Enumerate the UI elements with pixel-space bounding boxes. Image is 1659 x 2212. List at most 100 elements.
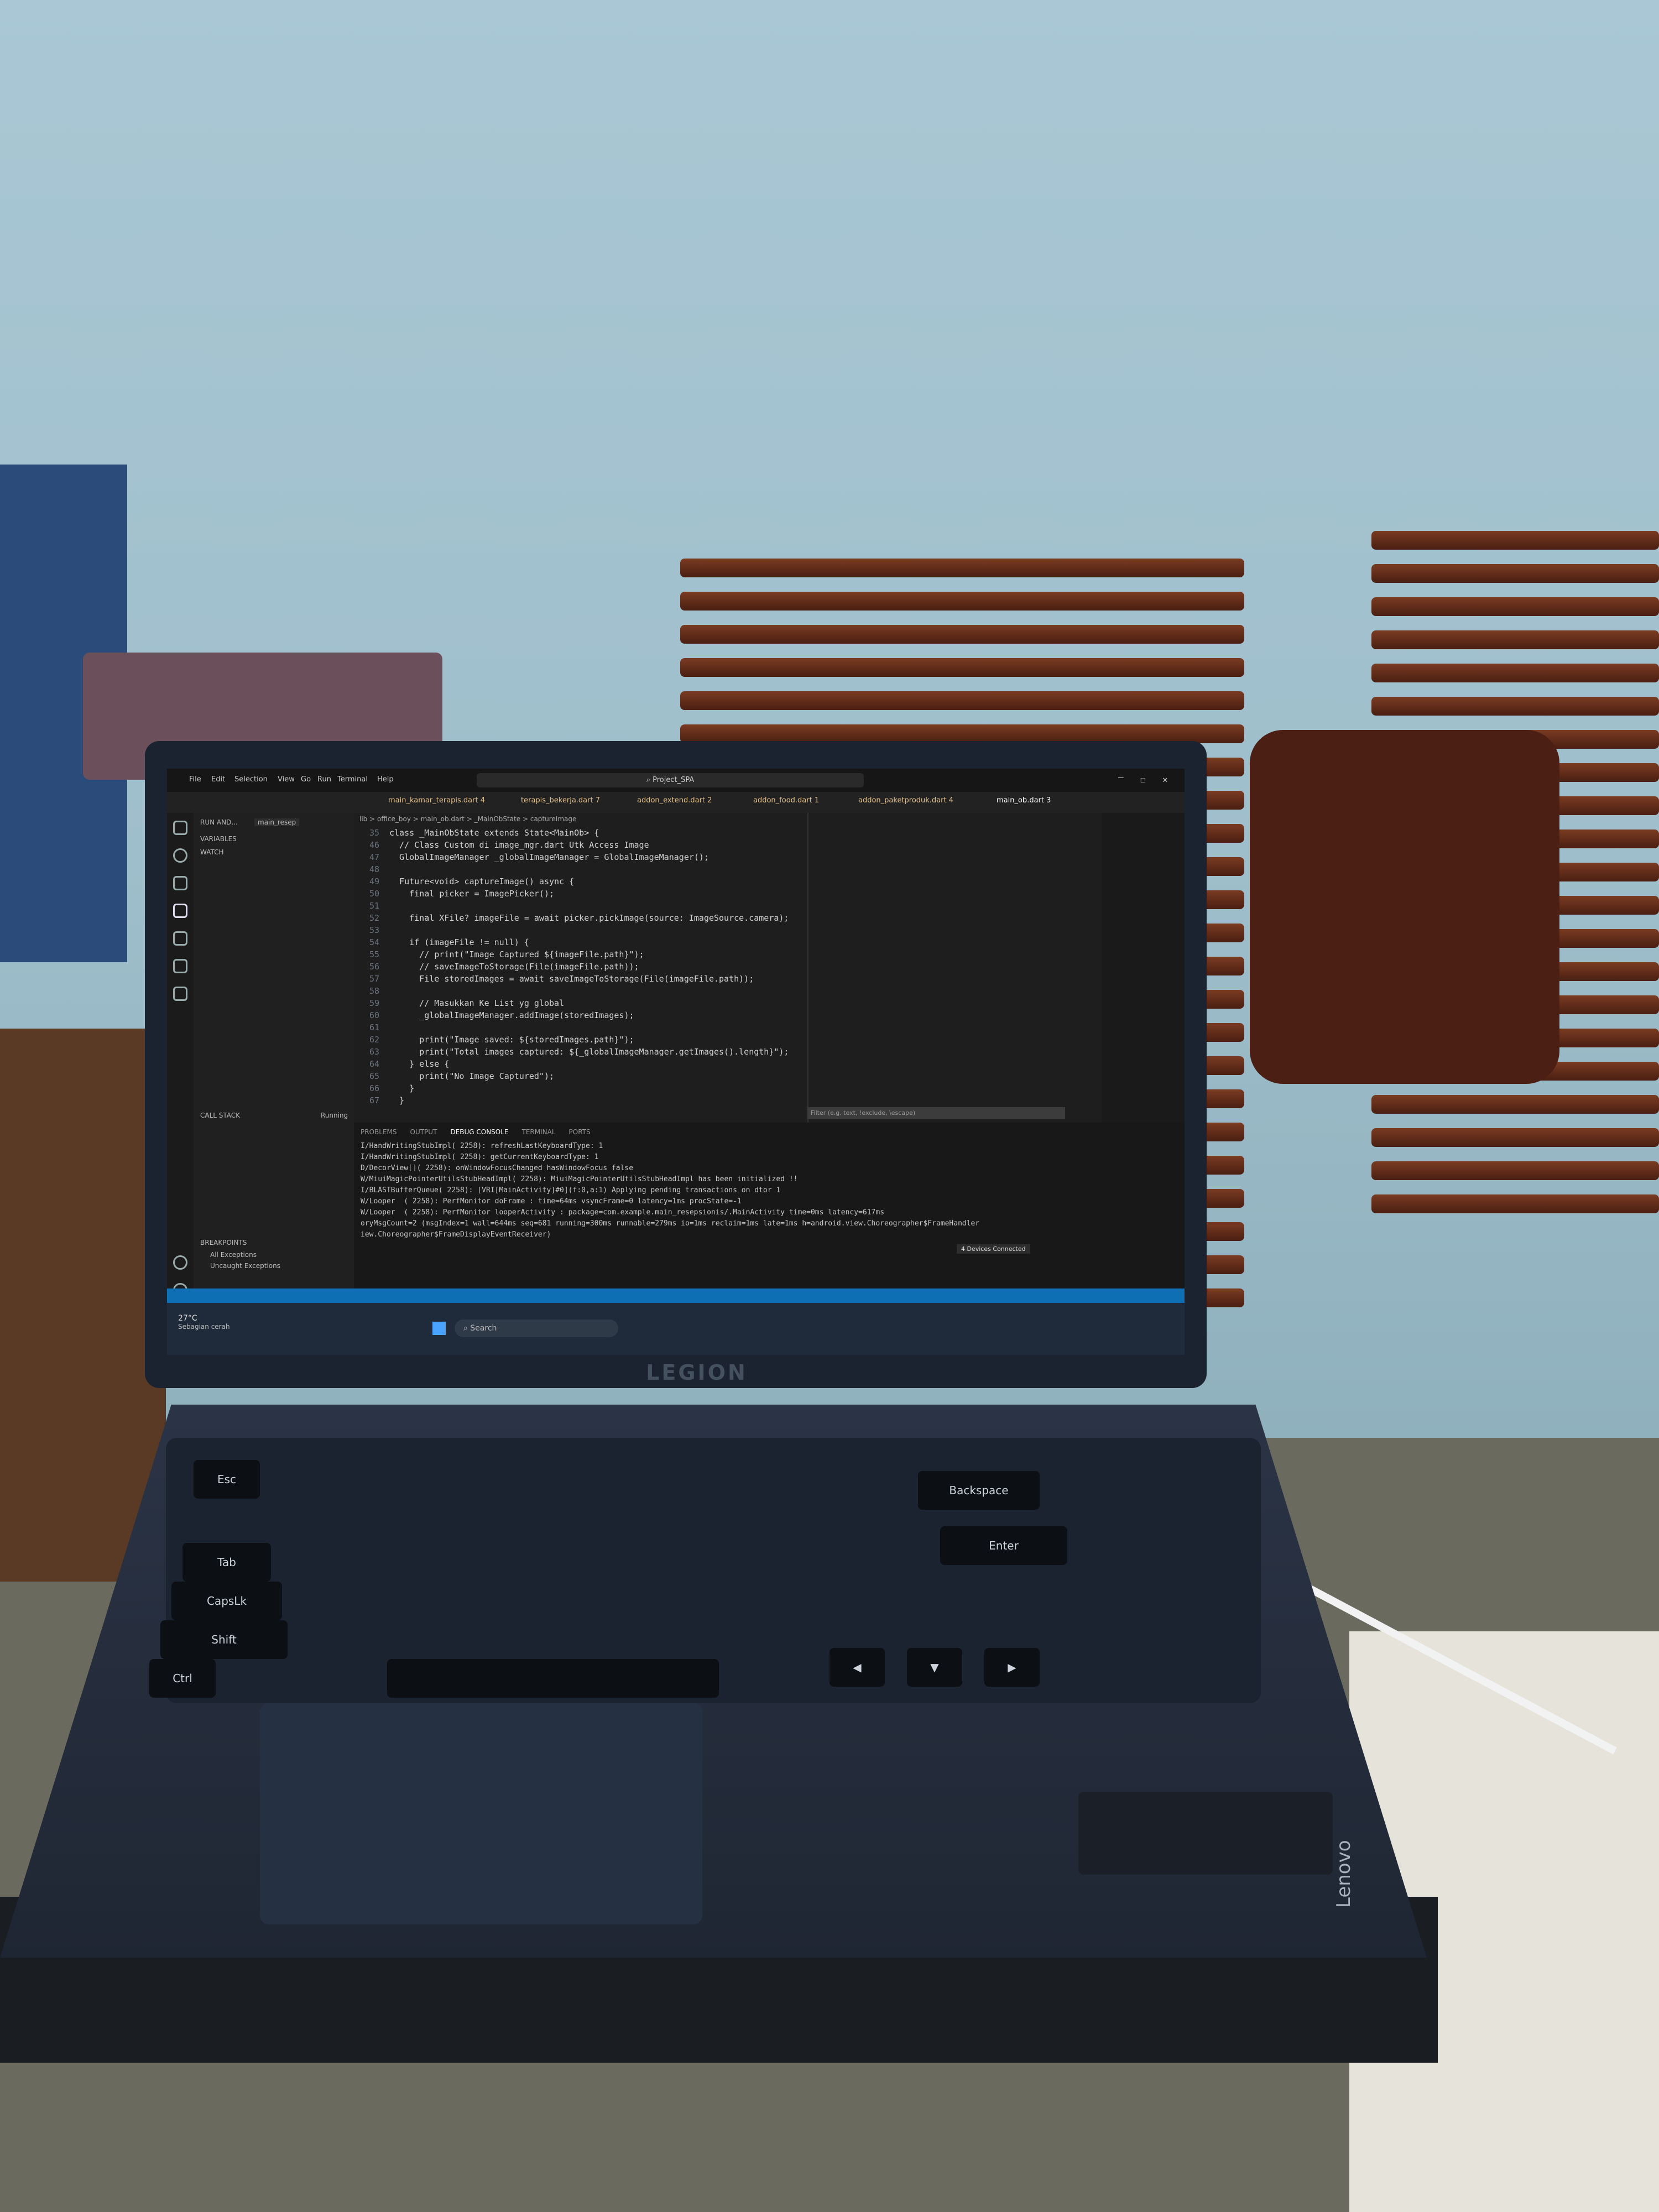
code-line: 46 // Class Custom di image_mgr.dart Utk…	[354, 839, 649, 851]
code-text: } else {	[389, 1059, 450, 1069]
key-backspace[interactable]: Backspace	[918, 1471, 1040, 1510]
menu-go[interactable]: Go	[301, 775, 311, 784]
line-number: 58	[369, 986, 379, 996]
extensions-icon[interactable]	[173, 931, 187, 946]
panel-tab[interactable]: TERMINAL	[522, 1128, 556, 1136]
key-esc[interactable]: Esc	[194, 1460, 260, 1499]
key-shift-left[interactable]: Shift	[160, 1620, 288, 1659]
tab-main-kamar-terapis[interactable]: main_kamar_terapis.dart 4	[388, 796, 485, 805]
key-enter[interactable]: Enter	[940, 1526, 1067, 1565]
menu-help[interactable]: Help	[377, 775, 394, 784]
code-text: print("Image saved: ${storedImages.path}…	[389, 1035, 634, 1045]
run-config-select[interactable]: main_resep	[254, 818, 300, 826]
line-number: 49	[369, 877, 379, 886]
line-number: 50	[369, 889, 379, 899]
chair-armrest	[1250, 730, 1559, 1084]
log-line: iew.Choreographer$FrameDisplayEventRecei…	[361, 1230, 551, 1239]
breakpoint-uncaught-exceptions[interactable]: Uncaught Exceptions	[210, 1262, 280, 1270]
line-number: 55	[369, 950, 379, 959]
line-number: 56	[369, 962, 379, 972]
line-number: 53	[369, 925, 379, 935]
menu-file[interactable]: File	[189, 775, 201, 784]
run-debug-icon[interactable]	[173, 904, 187, 918]
code-text: _globalImageManager.addImage(storedImage…	[389, 1010, 634, 1020]
line-number: 35	[369, 828, 379, 838]
debug-filter-input[interactable]: Filter (e.g. text, !exclude, \escape)	[807, 1107, 1065, 1119]
panel-tab[interactable]: OUTPUT	[410, 1128, 437, 1136]
key-tab[interactable]: Tab	[182, 1543, 271, 1582]
panel-tab[interactable]: DEBUG CONSOLE	[450, 1128, 508, 1136]
devices-connected-badge[interactable]: 4 Devices Connected	[957, 1244, 1030, 1254]
menu-run[interactable]: Run	[317, 775, 331, 784]
log-line: W/Looper ( 2258): PerfMonitor looperActi…	[361, 1208, 885, 1217]
maximize-icon[interactable]: ☐	[1140, 774, 1146, 785]
breakpoint-all-exceptions[interactable]: All Exceptions	[210, 1251, 257, 1259]
code-text: Future<void> captureImage() async {	[389, 877, 575, 886]
line-number: 46	[369, 840, 379, 850]
tab-addon-food[interactable]: addon_food.dart 1	[753, 796, 819, 805]
panel-tab[interactable]: PORTS	[569, 1128, 591, 1136]
key-arrow-right[interactable]: ▶	[984, 1648, 1040, 1687]
watch-section[interactable]: WATCH	[200, 848, 224, 856]
code-line: 52 final XFile? imageFile = await picker…	[354, 912, 789, 924]
weather-widget[interactable]: 27°C Sebagian cerah	[178, 1314, 230, 1331]
code-text: // Class Custom di image_mgr.dart Utk Ac…	[389, 840, 649, 850]
panel-tab[interactable]: PROBLEMS	[361, 1128, 397, 1136]
code-text: final picker = ImagePicker();	[389, 889, 555, 899]
variables-section[interactable]: VARIABLES	[200, 835, 237, 843]
code-text: // saveImageToStorage(File(imageFile.pat…	[389, 962, 639, 972]
key-ctrl-left[interactable]: Ctrl	[149, 1659, 216, 1698]
code-line: 59 // Masukkan Ke List yg global	[354, 998, 564, 1009]
source-control-icon[interactable]	[173, 876, 187, 890]
menu-view[interactable]: View	[278, 775, 295, 784]
code-line: 58	[354, 985, 389, 997]
line-number: 64	[369, 1059, 379, 1069]
log-line: D/DecorView[]( 2258): onWindowFocusChang…	[361, 1164, 634, 1172]
log-line: W/MiuiMagicPointerUtilsStubHeadImpl( 225…	[361, 1175, 798, 1183]
lid-brand: LEGION	[646, 1360, 748, 1385]
code-text: File storedImages = await saveImageToSto…	[389, 974, 754, 984]
flutter-icon[interactable]	[173, 987, 187, 1001]
testing-icon[interactable]	[173, 959, 187, 973]
explorer-icon[interactable]	[173, 821, 187, 835]
menu-selection[interactable]: Selection	[234, 775, 268, 784]
menu-edit[interactable]: Edit	[211, 775, 225, 784]
log-line: I/HandWritingStubImpl( 2258): refreshLas…	[361, 1142, 603, 1150]
code-editor[interactable]: lib > office_boy > main_ob.dart > _MainO…	[354, 813, 1100, 1123]
close-icon[interactable]: ✕	[1162, 774, 1168, 785]
minimap[interactable]	[1102, 813, 1185, 1123]
call-stack-section[interactable]: CALL STACK	[200, 1112, 240, 1119]
tab-terapis-bekerja[interactable]: terapis_bekerja.dart 7	[521, 796, 600, 805]
tab-addon-extend[interactable]: addon_extend.dart 2	[637, 796, 712, 805]
breadcrumb: lib > office_boy > main_ob.dart > _MainO…	[359, 815, 577, 823]
account-icon[interactable]	[173, 1255, 187, 1270]
touchpad[interactable]	[260, 1703, 702, 1924]
debug-console-output: I/HandWritingStubImpl( 2258): refreshLas…	[354, 1141, 1185, 1285]
log-line: oryMsgCount=2 (msgIndex=1 wall=644ms seq…	[361, 1219, 980, 1228]
menu-terminal[interactable]: Terminal	[337, 775, 368, 784]
breakpoints-section[interactable]: BREAKPOINTS	[200, 1239, 247, 1246]
key-space[interactable]	[387, 1659, 719, 1698]
minimize-icon[interactable]: —	[1118, 772, 1124, 782]
key-arrow-down[interactable]: ▼	[907, 1648, 962, 1687]
code-line: 56 // saveImageToStorage(File(imageFile.…	[354, 961, 639, 972]
code-line: 61	[354, 1022, 389, 1033]
taskbar-search[interactable]: ⌕ Search	[455, 1319, 618, 1337]
code-line: 57 File storedImages = await saveImageTo…	[354, 973, 754, 984]
windows-taskbar: 27°C Sebagian cerah ⌕ Search	[167, 1303, 1185, 1355]
code-line: 47 GlobalImageManager _globalImageManage…	[354, 852, 709, 863]
search-sidebar-icon[interactable]	[173, 848, 187, 863]
tab-main-ob[interactable]: main_ob.dart 3	[997, 796, 1051, 805]
line-number: 59	[369, 998, 379, 1008]
key-arrow-left[interactable]: ◀	[830, 1648, 885, 1687]
tab-addon-paketproduk[interactable]: addon_paketproduk.dart 4	[858, 796, 953, 805]
code-line: 63 print("Total images captured: ${_glob…	[354, 1046, 789, 1057]
key-capslk[interactable]: CapsLk	[171, 1582, 282, 1620]
sticker-panel	[1078, 1792, 1333, 1875]
command-search[interactable]: ⌕ Project_SPA	[477, 773, 864, 787]
line-number: 66	[369, 1083, 379, 1093]
code-line: 55 // print("Image Captured ${imageFile.…	[354, 949, 644, 960]
editor-split-divider	[807, 813, 808, 1123]
windows-start-icon[interactable]	[432, 1322, 446, 1335]
line-number: 61	[369, 1022, 379, 1032]
